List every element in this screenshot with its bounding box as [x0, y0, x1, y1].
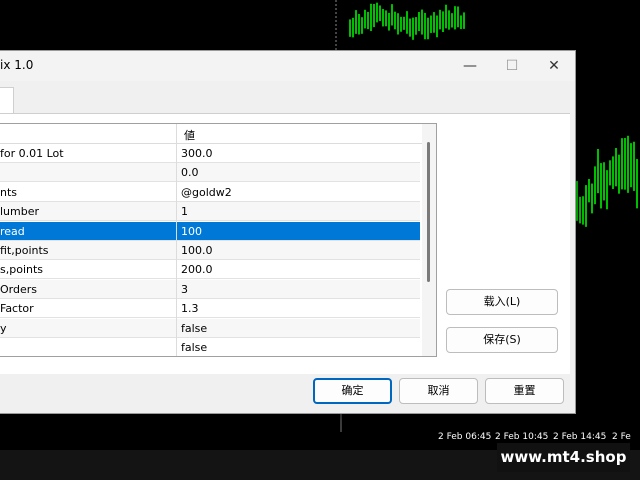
parameter-row[interactable]: 0.0	[0, 163, 420, 183]
parameter-name: lumber	[0, 205, 40, 219]
parameter-row[interactable]: read 100	[0, 221, 420, 241]
parameter-row[interactable]: for 0.01 Lot 300.0	[0, 144, 420, 163]
scrollbar-thumb[interactable]	[427, 142, 430, 282]
grid-header: 値	[0, 124, 422, 144]
parameter-value[interactable]: 3	[181, 283, 188, 296]
parameter-name: Factor	[0, 302, 34, 316]
cancel-button[interactable]: 取消	[399, 378, 478, 404]
column-separator	[176, 124, 177, 356]
parameter-row[interactable]: nts @goldw2	[0, 183, 420, 202]
parameter-name: for 0.01 Lot	[0, 147, 64, 160]
parameters-grid: 値 for 0.01 Lot 300.0 0.0 nts @goldw2 lumber 1 r…	[0, 123, 437, 357]
time-label: 2 Feb 14:45	[553, 432, 607, 442]
parameter-name: s,points	[0, 263, 44, 277]
parameter-value[interactable]: 0.0	[181, 166, 199, 179]
parameter-row[interactable]: fit,points 100.0	[0, 241, 420, 260]
parameter-value[interactable]: 100	[181, 225, 202, 238]
parameter-value[interactable]: 1.3	[181, 302, 199, 315]
parameter-name: fit,points	[0, 244, 49, 257]
minimize-button[interactable]: —	[458, 55, 482, 77]
parameter-name: y	[0, 321, 7, 335]
dialog-title: ix 1.0	[0, 58, 34, 72]
parameter-value[interactable]: 1	[181, 205, 188, 218]
parameter-row[interactable]: false	[0, 338, 420, 356]
time-label: 2 Feb 06:45	[438, 432, 492, 442]
parameter-value[interactable]: @goldw2	[181, 186, 232, 199]
tab-inputs[interactable]	[0, 87, 14, 115]
save-button[interactable]: 保存(S)	[446, 327, 558, 353]
ok-button[interactable]: 确定	[313, 378, 392, 404]
parameter-value[interactable]: 200.0	[181, 263, 213, 276]
maximize-button[interactable]: ☐	[500, 55, 524, 77]
time-label: 2 Fe	[612, 432, 631, 442]
time-label: 2 Feb 10:45	[495, 432, 549, 442]
parameter-row[interactable]: Factor 1.3	[0, 299, 420, 319]
parameter-value[interactable]: 300.0	[181, 147, 213, 160]
parameter-value[interactable]: false	[181, 322, 207, 335]
parameter-row[interactable]: s,points 200.0	[0, 260, 420, 280]
parameter-name: nts	[0, 185, 18, 199]
parameter-row[interactable]: y false	[0, 318, 420, 338]
parameter-row[interactable]: lumber 1	[0, 202, 420, 222]
value-column-header: 値	[184, 129, 195, 142]
dialog-titlebar[interactable]: ix 1.0 — ☐ ✕	[0, 51, 575, 81]
properties-dialog: ix 1.0 — ☐ ✕ 値 for 0.01 Lot 300.0 0.0 nts @g…	[0, 50, 576, 414]
parameter-name: Orders	[0, 282, 37, 296]
close-button[interactable]: ✕	[542, 55, 566, 77]
parameter-name: read	[0, 224, 25, 238]
parameter-value[interactable]: 100.0	[181, 244, 213, 257]
grid-scrollbar[interactable]	[422, 124, 436, 356]
reset-button[interactable]: 重置	[485, 378, 564, 404]
load-button[interactable]: 载入(L)	[446, 289, 558, 315]
watermark: www.mt4.shop	[497, 443, 630, 472]
parameter-value[interactable]: false	[181, 341, 207, 354]
parameter-row[interactable]: Orders 3	[0, 279, 420, 299]
